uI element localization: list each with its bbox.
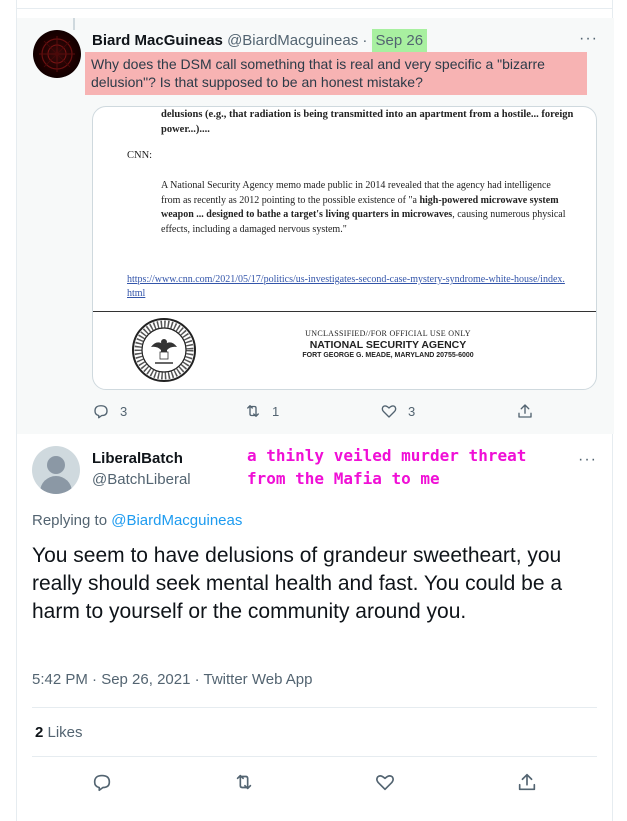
classification-label: UNCLASSIFIED//FOR OFFICIAL USE ONLY: [305, 329, 471, 338]
separator: ·: [362, 32, 368, 49]
like-button[interactable]: [374, 771, 396, 798]
agency-name: NATIONAL SECURITY AGENCY: [309, 339, 467, 351]
avatar-image: [39, 36, 75, 72]
reply-button[interactable]: [91, 771, 113, 798]
default-avatar-head: [47, 456, 65, 474]
retweet-button[interactable]: [233, 771, 255, 798]
default-avatar-body: [40, 476, 72, 494]
author-name[interactable]: Biard MacGuineas: [92, 32, 223, 49]
thread-line: [73, 18, 75, 30]
reply-button[interactable]: 3: [92, 402, 127, 420]
annotation-overlay: a thinly veiled murder threat from the M…: [247, 446, 527, 488]
tweet-timestamp[interactable]: 5:42 PM · Sep 26, 2021 · Twitter Web App: [32, 671, 312, 688]
tweet-actions: [32, 771, 597, 795]
context-tweet[interactable]: Biard MacGuineas @BiardMacguineas · Sep …: [17, 18, 614, 434]
share-icon: [518, 773, 536, 791]
avatar[interactable]: [33, 30, 81, 78]
document-link: https://www.cnn.com/2021/05/17/politics/…: [127, 274, 565, 299]
divider: [32, 707, 597, 708]
divider: [32, 756, 597, 757]
retweet-count: 1: [272, 403, 280, 419]
document-letterhead: UNCLASSIFIED//FOR OFFICIAL USE ONLY NATI…: [263, 329, 513, 359]
share-button[interactable]: [516, 771, 538, 798]
replying-to: Replying to @BiardMacguineas: [32, 512, 242, 529]
reply-count: 3: [120, 403, 128, 419]
mention-link[interactable]: @BiardMacguineas: [111, 512, 242, 529]
like-icon: [376, 775, 394, 791]
retweet-icon: [236, 774, 252, 790]
tweet-text: You seem to have delusions of grandeur s…: [32, 544, 563, 623]
author-handle[interactable]: @BatchLiberal: [92, 471, 191, 488]
agency-address: FORT GEORGE G. MEADE, MARYLAND 20755-600…: [302, 352, 474, 359]
document-divider: [93, 311, 596, 312]
tweet-actions: 3 1 3: [92, 402, 532, 422]
retweet-button[interactable]: 1: [244, 402, 279, 420]
author-name[interactable]: LiberalBatch: [92, 450, 183, 467]
author-handle[interactable]: @BiardMacguineas: [227, 32, 358, 49]
tweet-text: Why does the DSM call something that is …: [85, 52, 587, 95]
attached-image[interactable]: delusions (e.g., that radiation is being…: [92, 106, 597, 390]
reply-icon: [93, 774, 111, 792]
tweet-date[interactable]: Sep 26: [371, 29, 428, 52]
reply-icon: [94, 405, 108, 419]
document-source-label: CNN:: [127, 150, 153, 161]
like-count: 3: [408, 403, 416, 419]
likes-count-link[interactable]: 2 Likes: [35, 724, 83, 741]
more-icon[interactable]: ···: [578, 451, 597, 469]
likes-label: Likes: [43, 724, 83, 741]
document-quote: A National Security Agency memo made pub…: [161, 179, 571, 237]
tweet-header: Biard MacGuineas @BiardMacguineas · Sep …: [92, 29, 428, 52]
more-icon[interactable]: ···: [579, 30, 598, 48]
share-button[interactable]: [516, 402, 534, 420]
dod-seal-icon: [132, 318, 196, 382]
document-excerpt: delusions (e.g., that radiation is being…: [161, 109, 574, 135]
like-button[interactable]: 3: [380, 402, 415, 420]
avatar[interactable]: [32, 446, 80, 494]
retweet-icon: [247, 405, 259, 417]
timeline-top-border: [16, 8, 613, 9]
share-icon: [518, 404, 532, 418]
like-icon: [381, 405, 397, 418]
replying-prefix: Replying to: [32, 512, 112, 529]
